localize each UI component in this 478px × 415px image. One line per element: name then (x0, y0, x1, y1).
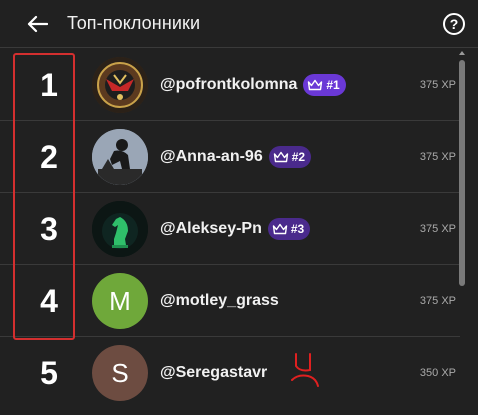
top-bar: Топ-поклонники ? (0, 0, 478, 48)
username-row: @Anna-an-96 #2 (160, 121, 312, 193)
scrollbar-thumb[interactable] (459, 60, 465, 286)
avatar[interactable] (92, 129, 148, 185)
xp-value: 350 XP (419, 367, 456, 379)
username-row: @motley_grass (160, 265, 279, 337)
emblem-avatar-image (92, 57, 148, 113)
arrow-left-icon (27, 15, 48, 33)
badge-label: #3 (290, 222, 305, 236)
help-button[interactable]: ? (443, 13, 465, 35)
scroll-up-arrow[interactable] (458, 50, 466, 56)
silhouette-avatar-image (92, 129, 148, 185)
chess-knight-avatar-image (92, 201, 148, 257)
avatar[interactable]: M (92, 273, 148, 329)
rank-highlight-box (13, 53, 75, 340)
back-button[interactable] (24, 12, 50, 36)
badge-label: #2 (291, 150, 306, 164)
crown-icon (308, 79, 323, 91)
avatar-letter: M (109, 285, 131, 316)
rank-badge: #1 (303, 74, 346, 96)
crown-icon (272, 223, 288, 235)
username-row: @Seregastavr (160, 337, 267, 409)
username-row: @pofrontkolomna #1 (160, 49, 346, 121)
username[interactable]: @Seregastavr (160, 364, 267, 382)
xp-value: 375 XP (419, 151, 456, 163)
xp-value: 375 XP (419, 295, 456, 307)
crown-icon (273, 151, 288, 163)
avatar[interactable]: S (92, 345, 148, 401)
red-scribble-annotation (291, 353, 319, 387)
rank-badge: #3 (267, 218, 311, 240)
help-circle-icon: ? (449, 16, 459, 32)
xp-value: 375 XP (419, 79, 456, 91)
badge-label: #1 (326, 78, 340, 92)
avatar[interactable] (92, 57, 148, 113)
xp-value: 375 XP (419, 223, 456, 235)
username[interactable]: @Anna-an-96 (160, 148, 263, 166)
username[interactable]: @pofrontkolomna (160, 76, 297, 94)
username-row: @Aleksey-Pn #3 (160, 193, 311, 265)
list-item[interactable]: 5 S @Seregastavr 350 XP (0, 337, 460, 409)
rank-badge: #2 (268, 146, 312, 168)
page-title: Топ-поклонники (67, 13, 201, 33)
avatar-letter: S (111, 357, 129, 388)
avatar[interactable] (92, 201, 148, 257)
username[interactable]: @motley_grass (160, 292, 279, 310)
rank-number: 5 (40, 354, 58, 391)
username[interactable]: @Aleksey-Pn (160, 220, 262, 238)
